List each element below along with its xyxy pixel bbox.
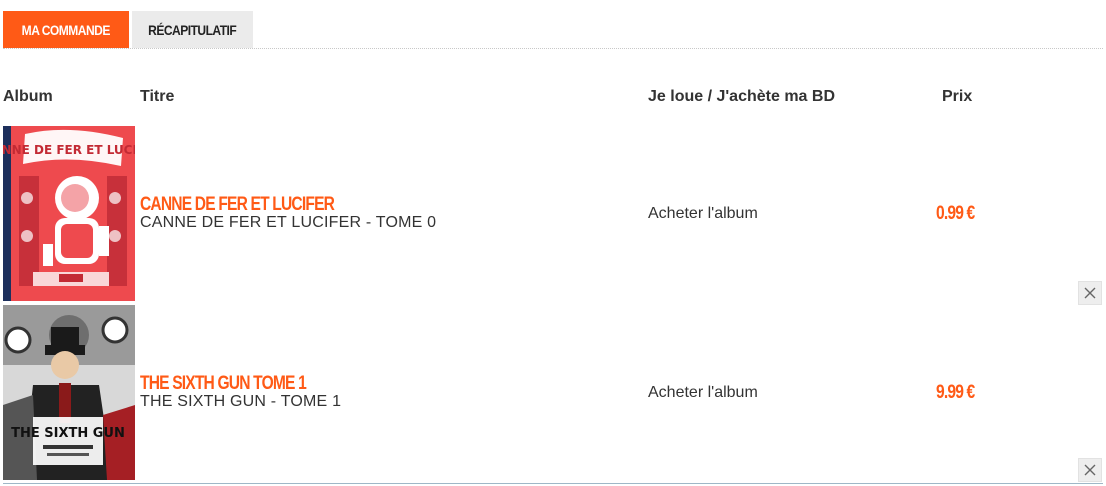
cover-title-text: CANNE DE FER ET LUCIFER xyxy=(3,143,135,157)
album-price: 0.99 € xyxy=(936,203,975,224)
album-subtitle: THE SIXTH GUN - TOME 1 xyxy=(140,393,342,410)
cart-row: CANNE DE FER ET LUCIFER CANNE DE FER ET … xyxy=(0,126,1106,305)
order-tabs: MA COMMANDE RÉCAPITULATIF xyxy=(3,11,253,48)
column-header-album: Album xyxy=(3,88,53,105)
tab-ma-commande-label: MA COMMANDE xyxy=(21,21,111,38)
album-subtitle: CANNE DE FER ET LUCIFER - TOME 0 xyxy=(140,214,437,231)
buy-album-option[interactable]: Acheter l'album xyxy=(648,384,758,402)
tab-ma-commande[interactable]: MA COMMANDE xyxy=(3,11,129,48)
remove-item-button[interactable] xyxy=(1078,281,1102,305)
column-header-price: Prix xyxy=(942,88,973,105)
tab-recapitulatif[interactable]: RÉCAPITULATIF xyxy=(132,11,253,48)
close-icon xyxy=(1084,464,1096,476)
album-title[interactable]: THE SIXTH GUN TOME 1 xyxy=(140,373,307,395)
cover-title-text: THE SIXTH GUN xyxy=(11,426,125,441)
remove-item-button[interactable] xyxy=(1078,458,1102,482)
tab-recapitulatif-label: RÉCAPITULATIF xyxy=(148,21,237,38)
close-icon xyxy=(1084,287,1096,299)
column-header-rent-buy: Je loue / J'achète ma BD xyxy=(648,88,835,105)
album-price: 9.99 € xyxy=(936,382,975,403)
cart-row: THE SIXTH GUN THE SIXTH GUN TOME 1 THE S… xyxy=(0,305,1106,483)
column-header-title: Titre xyxy=(140,88,175,105)
tabs-divider xyxy=(3,48,1103,49)
album-cover[interactable]: THE SIXTH GUN xyxy=(3,305,135,480)
buy-album-option[interactable]: Acheter l'album xyxy=(648,205,758,223)
table-bottom-border xyxy=(3,483,1103,484)
album-cover[interactable]: CANNE DE FER ET LUCIFER xyxy=(3,126,135,301)
album-title[interactable]: CANNE DE FER ET LUCIFER xyxy=(140,194,335,216)
